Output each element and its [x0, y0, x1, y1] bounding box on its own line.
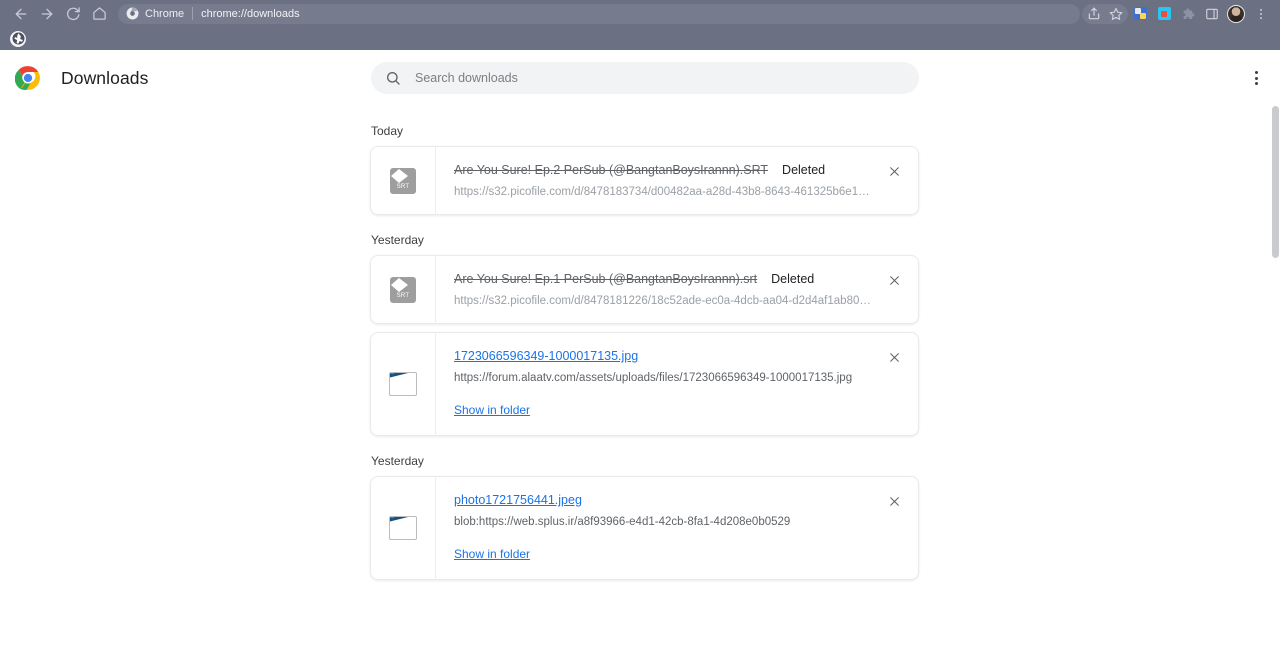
home-icon[interactable] [86, 1, 112, 27]
header-left: Downloads [0, 65, 371, 91]
more-dot [1254, 76, 1258, 80]
date-group-label: Yesterday [371, 454, 424, 468]
bookmark-star-icon[interactable] [1105, 4, 1127, 24]
download-file-name[interactable]: photo1721756441.jpeg [454, 493, 582, 507]
download-item-icon [371, 333, 436, 435]
download-item-icon [371, 477, 436, 579]
media-triangle-glyph [390, 277, 408, 292]
address-bar[interactable]: Chrome chrome://downloads [118, 3, 1080, 24]
download-source-url: https://forum.alaatv.com/assets/uploads/… [454, 372, 853, 384]
search-icon [385, 70, 401, 86]
back-icon[interactable] [8, 1, 34, 27]
chrome-logo-icon [14, 65, 41, 91]
status-badge: Deleted [782, 163, 826, 177]
srt-file-icon: SRT [390, 276, 416, 303]
download-item-title-row: Are You Sure! Ep.2 PerSub (@BangtanBoysI… [454, 163, 918, 179]
page-title: Downloads [61, 67, 149, 88]
download-item-icon: SRT [371, 147, 436, 214]
page-scrollbar-thumb[interactable] [1272, 106, 1279, 258]
close-icon[interactable] [884, 270, 904, 290]
download-file-name[interactable]: Are You Sure! Ep.2 PerSub (@BangtanBoysI… [454, 163, 768, 177]
download-item-body: 1723066596349-1000017135.jpg https://foru… [436, 333, 918, 435]
download-item-body: Are You Sure! Ep.1 PerSub (@BangtanBoysI… [436, 256, 918, 323]
reload-icon[interactable] [60, 1, 86, 27]
download-item[interactable]: photo1721756441.jpeg blob:https://web.spl… [370, 476, 919, 580]
download-source-url: https://s32.picofile.com/d/8478183734/d0… [454, 186, 874, 198]
search-input[interactable] [415, 71, 905, 85]
download-item-icon: SRT [371, 256, 436, 323]
search-downloads-box[interactable] [371, 62, 919, 94]
media-triangle-glyph [390, 168, 408, 183]
omnibox-separator [192, 7, 194, 20]
more-dot [1254, 71, 1258, 74]
browser-chrome: Chrome chrome://downloads [0, 0, 1280, 50]
browser-menu-icon[interactable] [1248, 1, 1274, 27]
extension-translate-icon[interactable] [1128, 2, 1152, 26]
download-item[interactable]: 1723066596349-1000017135.jpg https://foru… [370, 332, 919, 436]
download-file-name[interactable]: Are You Sure! Ep.1 PerSub (@BangtanBoysI… [454, 272, 757, 286]
download-item[interactable]: SRT Are You Sure! Ep.1 PerSub (@BangtanBo… [370, 255, 919, 324]
srt-file-icon: SRT [390, 167, 416, 194]
side-panel-icon[interactable] [1200, 2, 1224, 26]
download-item-body: photo1721756441.jpeg blob:https://web.spl… [436, 477, 918, 579]
download-item-title-row: 1723066596349-1000017135.jpg [454, 349, 918, 365]
close-icon[interactable] [884, 491, 904, 511]
srt-file-icon-label: SRT [396, 292, 410, 299]
downloads-list: Today SRT Are You Sure! Ep.2 PerSub (@Bang… [370, 124, 920, 580]
download-item-title-row: Are You Sure! Ep.1 PerSub (@BangtanBoysI… [454, 272, 918, 288]
image-file-icon [389, 516, 417, 540]
download-item-title-row: photo1721756441.jpeg [454, 493, 918, 509]
downloads-more-options-button[interactable] [1242, 64, 1270, 92]
downloads-scroll-area[interactable]: Today SRT Are You Sure! Ep.2 PerSub (@Bang… [0, 106, 1280, 658]
extensions-puzzle-icon[interactable] [1176, 2, 1200, 26]
close-icon[interactable] [884, 347, 904, 367]
forward-icon[interactable] [34, 1, 60, 27]
bookmarks-bar [0, 27, 1280, 50]
globe-bookmark-icon[interactable] [10, 30, 26, 47]
browser-toolbar: Chrome chrome://downloads [0, 0, 1280, 27]
omnibox-url: chrome://downloads [201, 7, 300, 20]
extension-recorder-icon[interactable] [1152, 2, 1176, 26]
more-dot [1254, 82, 1258, 85]
date-group-label: Today [371, 124, 404, 138]
date-group-label: Yesterday [371, 233, 424, 247]
status-badge: Deleted [771, 272, 815, 286]
download-item[interactable]: SRT Are You Sure! Ep.2 PerSub (@BangtanBo… [370, 146, 919, 215]
chrome-icon [126, 7, 139, 20]
downloads-header: Downloads [0, 50, 1280, 106]
show-in-folder-link[interactable]: Show in folder [454, 547, 530, 561]
download-source-url: blob:https://web.splus.ir/a8f93966-e4d1-… [454, 516, 791, 528]
avatar[interactable] [1224, 2, 1248, 26]
show-in-folder-link[interactable]: Show in folder [454, 403, 530, 417]
downloads-page: Downloads Today SRT Are You Sure! Ep.2 Per… [0, 50, 1280, 658]
srt-file-icon-label: SRT [396, 183, 410, 190]
download-source-url: https://s32.picofile.com/d/8478181226/18… [454, 295, 874, 307]
omnibox-app-label: Chrome [145, 7, 185, 20]
image-file-icon [389, 372, 417, 396]
download-file-name[interactable]: 1723066596349-1000017135.jpg [454, 349, 638, 363]
page-scrollbar[interactable] [1271, 50, 1280, 658]
close-icon[interactable] [884, 161, 904, 181]
download-item-body: Are You Sure! Ep.2 PerSub (@BangtanBoysI… [436, 147, 918, 214]
omnibox-actions [1082, 3, 1128, 24]
share-icon[interactable] [1083, 4, 1105, 24]
